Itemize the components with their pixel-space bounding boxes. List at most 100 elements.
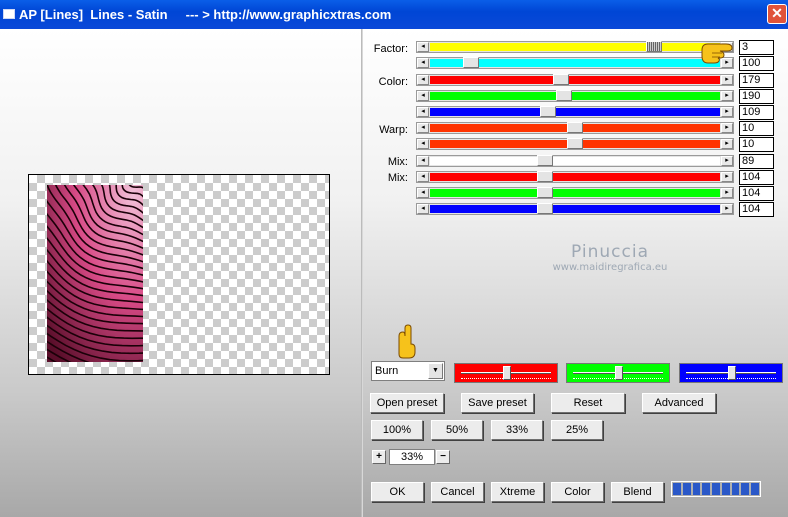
value-field-mix-r[interactable]: 104 xyxy=(739,170,774,185)
slider-thumb[interactable] xyxy=(536,203,553,214)
cancel-button[interactable]: Cancel xyxy=(431,482,484,502)
slider-thumb[interactable] xyxy=(503,366,511,380)
value-field-color-r[interactable]: 179 xyxy=(739,73,774,88)
slider-thumb[interactable] xyxy=(536,171,553,182)
arrow-right-icon[interactable]: ▸ xyxy=(721,188,733,198)
zoom-field[interactable]: 33% xyxy=(389,449,435,465)
slider-track[interactable] xyxy=(430,157,720,165)
slider-warp2[interactable]: ◂ ▸ xyxy=(416,138,734,150)
arrow-left-icon[interactable]: ◂ xyxy=(417,42,429,52)
slider-track[interactable] xyxy=(430,173,720,181)
dropdown-arrow-icon[interactable]: ▼ xyxy=(428,363,443,379)
arrow-left-icon[interactable]: ◂ xyxy=(417,123,429,133)
value-field-factor2[interactable]: 100 xyxy=(739,56,774,71)
value-field-factor[interactable]: 3 xyxy=(739,40,774,55)
blend-mode-select[interactable]: Burn ▼ xyxy=(371,361,445,381)
slider-track[interactable] xyxy=(430,205,720,213)
close-button[interactable]: ✕ xyxy=(767,4,787,24)
preview-image xyxy=(47,185,143,362)
value-field-color-b[interactable]: 109 xyxy=(739,105,774,120)
preview-canvas[interactable] xyxy=(28,174,330,375)
arrow-left-icon[interactable]: ◂ xyxy=(417,91,429,101)
window-app-icon xyxy=(3,9,15,19)
arrow-left-icon[interactable]: ◂ xyxy=(417,75,429,85)
arrow-left-icon[interactable]: ◂ xyxy=(417,188,429,198)
zoom-50-button[interactable]: 50% xyxy=(431,420,483,440)
zoom-out-button[interactable]: − xyxy=(436,450,450,464)
progress-segment xyxy=(712,483,720,495)
arrow-left-icon[interactable]: ◂ xyxy=(417,58,429,68)
reset-button[interactable]: Reset xyxy=(551,393,625,413)
slider-thumb[interactable] xyxy=(728,366,736,380)
value-field-warp2[interactable]: 10 xyxy=(739,137,774,152)
arrow-left-icon[interactable]: ◂ xyxy=(417,139,429,149)
pointing-hand-icon xyxy=(398,324,416,359)
xtreme-button[interactable]: Xtreme xyxy=(491,482,544,502)
slider-thumb[interactable] xyxy=(567,122,583,133)
arrow-left-icon[interactable]: ◂ xyxy=(417,172,429,182)
arrow-right-icon[interactable]: ▸ xyxy=(721,156,733,166)
slider-thumb[interactable] xyxy=(536,187,553,198)
slider-thumb[interactable] xyxy=(539,106,556,117)
arrow-right-icon[interactable]: ▸ xyxy=(721,172,733,182)
slider-thumb[interactable] xyxy=(556,90,573,101)
zoom-in-button[interactable]: + xyxy=(372,450,386,464)
slider-track[interactable] xyxy=(430,108,720,116)
slider-color-b[interactable]: ◂ ▸ xyxy=(416,106,734,118)
slider-mix-g[interactable]: ◂ ▸ xyxy=(416,187,734,199)
ok-button[interactable]: OK xyxy=(371,482,424,502)
window-title: AP [Lines] Lines - Satin --- > http://ww… xyxy=(19,7,392,22)
title-bar[interactable]: AP [Lines] Lines - Satin --- > http://ww… xyxy=(0,0,788,29)
slider-factor2[interactable]: ◂ ▸ xyxy=(416,57,734,69)
blend-button[interactable]: Blend xyxy=(611,482,664,502)
save-preset-button[interactable]: Save preset xyxy=(461,393,534,413)
arrow-left-icon[interactable]: ◂ xyxy=(417,204,429,214)
slider-thumb[interactable] xyxy=(462,57,479,68)
value-field-color-g[interactable]: 190 xyxy=(739,89,774,104)
blue-channel-slider[interactable] xyxy=(679,363,783,383)
slider-mix-w[interactable]: ◂ ▸ xyxy=(416,155,734,167)
value-field-mix-w[interactable]: 89 xyxy=(739,154,774,169)
slider-color-r[interactable]: ◂ ▸ xyxy=(416,74,734,86)
arrow-right-icon[interactable]: ▸ xyxy=(721,75,733,85)
slider-mix-r[interactable]: ◂ ▸ xyxy=(416,171,734,183)
slider-thumb[interactable] xyxy=(536,155,553,166)
slider-factor[interactable]: ◂▸ xyxy=(416,41,734,53)
slider-color-g[interactable]: ◂ ▸ xyxy=(416,90,734,102)
arrow-right-icon[interactable]: ▸ xyxy=(721,91,733,101)
mix-label: Mix: xyxy=(387,156,408,168)
red-channel-slider[interactable] xyxy=(454,363,558,383)
slider-thumb[interactable] xyxy=(553,74,570,85)
slider-warp1[interactable]: ◂ ▸ xyxy=(416,122,734,134)
progress-segment xyxy=(721,483,730,495)
arrow-left-icon[interactable]: ◂ xyxy=(417,156,429,166)
blend-mode-value: Burn xyxy=(375,365,399,377)
color-button[interactable]: Color xyxy=(551,482,604,502)
arrow-right-icon[interactable]: ▸ xyxy=(721,107,733,117)
value-field-warp1[interactable]: 10 xyxy=(739,121,774,136)
open-preset-button[interactable]: Open preset xyxy=(370,393,444,413)
warp-label: Warp: xyxy=(379,124,408,136)
advanced-button[interactable]: Advanced xyxy=(642,393,716,413)
arrow-right-icon[interactable]: ▸ xyxy=(721,139,733,149)
slider-mix-b[interactable]: ◂ ▸ xyxy=(416,203,734,215)
slider-thumb[interactable] xyxy=(646,41,663,52)
slider-track[interactable] xyxy=(430,189,720,197)
arrow-right-icon[interactable]: ▸ xyxy=(721,204,733,214)
slider-thumb[interactable] xyxy=(615,366,623,380)
green-channel-slider[interactable] xyxy=(566,363,670,383)
slider-track[interactable] xyxy=(430,76,720,84)
arrow-left-icon[interactable]: ◂ xyxy=(417,107,429,117)
slider-track[interactable] xyxy=(430,92,720,100)
zoom-100-button[interactable]: 100% xyxy=(371,420,423,440)
zoom-33-button[interactable]: 33% xyxy=(491,420,543,440)
progress-segment xyxy=(731,483,740,495)
slider-track[interactable] xyxy=(430,43,720,51)
zoom-25-button[interactable]: 25% xyxy=(551,420,603,440)
progress-segment xyxy=(682,483,691,495)
slider-thumb[interactable] xyxy=(567,138,583,149)
value-field-mix-b[interactable]: 104 xyxy=(739,202,774,217)
value-field-mix-g[interactable]: 104 xyxy=(739,186,774,201)
progress-segment xyxy=(692,483,701,495)
arrow-right-icon[interactable]: ▸ xyxy=(721,123,733,133)
